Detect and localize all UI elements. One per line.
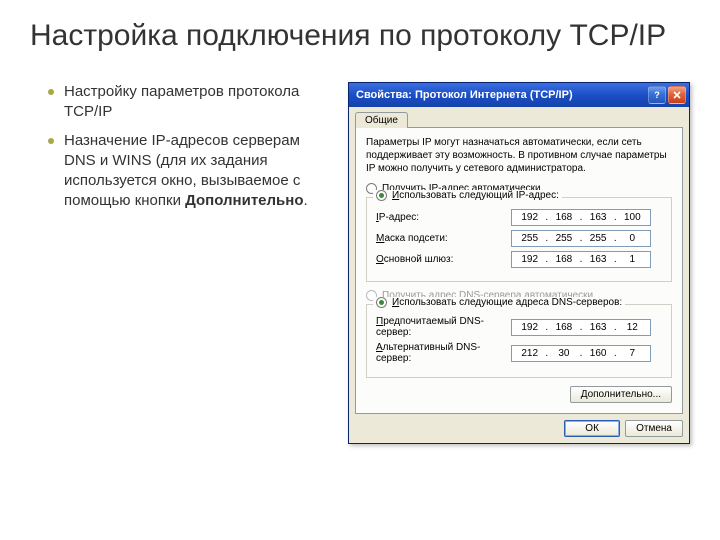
label-default-gateway: Основной шлюз:	[376, 254, 511, 265]
close-button[interactable]	[668, 86, 686, 104]
advanced-button[interactable]: Дополнительно...	[570, 386, 672, 403]
description-text: Параметры IP могут назначаться автоматич…	[366, 136, 672, 175]
help-button[interactable]: ?	[648, 86, 666, 104]
tab-general[interactable]: Общие	[355, 112, 408, 128]
radio-icon	[376, 297, 387, 308]
subnet-mask-input[interactable]: 255.255.255.0	[511, 230, 651, 247]
ok-button[interactable]: ОК	[564, 420, 620, 437]
preferred-dns-input[interactable]: 192.168.163.12	[511, 319, 651, 336]
titlebar[interactable]: Свойства: Протокол Интернета (TCP/IP) ?	[349, 83, 689, 107]
cancel-button[interactable]: Отмена	[625, 420, 683, 437]
radio-label: спользовать следующий IP-адрес:	[399, 190, 559, 201]
alternate-dns-input[interactable]: 212.30.160.7	[511, 345, 651, 362]
label-subnet-mask: Маска подсети:	[376, 233, 511, 244]
label-ip-address: IP-адрес:	[376, 212, 511, 223]
radio-label: спользовать следующие адреса DNS-серверо…	[399, 297, 622, 308]
list-item: Настройку параметров протокола TCP/IP	[48, 82, 330, 123]
list-item-tail: .	[303, 192, 307, 209]
slide-title: Настройка подключения по протоколу TCP/I…	[30, 18, 690, 54]
radio-use-following-dns[interactable]: Использовать следующие адреса DNS-сервер…	[376, 297, 622, 308]
svg-text:?: ?	[654, 90, 660, 100]
tab-panel: Параметры IP могут назначаться автоматич…	[355, 127, 683, 414]
radio-icon	[376, 190, 387, 201]
label-alternate-dns: Альтернативный DNS-сервер:	[376, 342, 511, 364]
bullet-list: Настройку параметров протокола TCP/IP На…	[30, 82, 330, 212]
list-item-bold: Дополнительно	[185, 192, 303, 209]
ip-address-input[interactable]: 192.168.163.100	[511, 209, 651, 226]
properties-dialog: Свойства: Протокол Интернета (TCP/IP) ? …	[348, 82, 690, 444]
label-preferred-dns: Предпочитаемый DNS-сервер:	[376, 316, 511, 338]
default-gateway-input[interactable]: 192.168.163.1	[511, 251, 651, 268]
dns-group: Использовать следующие адреса DNS-сервер…	[366, 304, 672, 378]
dialog-title: Свойства: Протокол Интернета (TCP/IP)	[356, 89, 646, 101]
radio-use-following-ip[interactable]: Использовать следующий IP-адрес:	[376, 190, 559, 201]
list-item: Назначение IP-адресов серверам DNS и WIN…	[48, 131, 330, 212]
ip-group: Использовать следующий IP-адрес: IP-адре…	[366, 197, 672, 282]
